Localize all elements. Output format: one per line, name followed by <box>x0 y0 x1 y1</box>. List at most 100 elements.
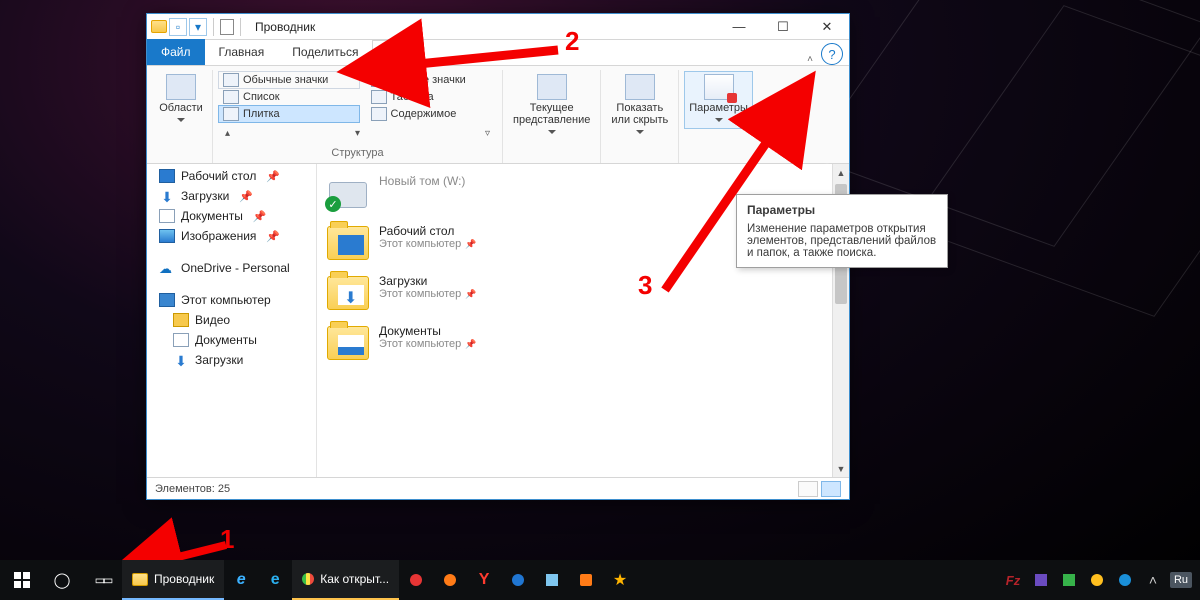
layout-small[interactable]: Мелкие значки <box>367 72 496 88</box>
annotation-3: 3 <box>638 270 652 301</box>
layout-normal[interactable]: Обычные значки <box>219 72 359 88</box>
scroll-up-icon[interactable]: ▲ <box>833 164 849 181</box>
taskbar-app-notes[interactable] <box>535 560 569 600</box>
folder-icon <box>327 326 369 360</box>
layout-table[interactable]: Таблица <box>367 89 496 105</box>
tab-share[interactable]: Поделиться <box>278 39 372 65</box>
taskbar-app-blue[interactable] <box>501 560 535 600</box>
file-drive[interactable]: Новый том (W:) <box>323 168 593 218</box>
app-icon <box>1119 574 1131 586</box>
pin-icon: 📌 <box>266 230 280 243</box>
nav-onedrive[interactable]: OneDrive - Personal <box>157 258 312 278</box>
nav-thispc[interactable]: Этот компьютер <box>157 290 312 310</box>
layout-group-label: Структура <box>219 145 496 161</box>
window-title: Проводник <box>255 20 315 34</box>
ribbon-view: Области Обычные значки Мелкие значки Спи… <box>147 66 849 164</box>
minimize-button[interactable]: — <box>717 14 761 40</box>
qat-down-icon[interactable]: ▾ <box>189 18 207 36</box>
tray-app[interactable] <box>1084 560 1110 600</box>
taskbar-yandex[interactable]: Y <box>467 560 501 600</box>
taskbar-firefox[interactable] <box>433 560 467 600</box>
windows-icon <box>14 572 30 588</box>
ribbon-group-layout: Обычные значки Мелкие значки Список Табл… <box>213 70 503 163</box>
tray-language[interactable]: Ru <box>1168 560 1194 600</box>
options-tooltip: Параметры Изменение параметров открытия … <box>736 194 948 268</box>
firefox-icon <box>444 574 456 586</box>
maximize-button[interactable]: ☐ <box>761 14 805 40</box>
tray-chevron[interactable]: ˄ <box>1140 560 1166 600</box>
view-tiles-button[interactable] <box>821 481 841 497</box>
app-icon <box>1063 574 1075 586</box>
opera-icon <box>410 574 422 586</box>
document-icon <box>220 19 234 35</box>
nav-videos[interactable]: Видео <box>157 310 312 330</box>
expand-icon[interactable]: ▿ <box>485 128 490 139</box>
ribbon-group-panes: Области <box>147 70 213 163</box>
tray-app[interactable] <box>1112 560 1138 600</box>
tab-home[interactable]: Главная <box>205 39 279 65</box>
ribbon-group-currentview: Текущее представление <box>503 70 601 163</box>
taskbar-chrome-tab[interactable]: Как открыт... <box>292 560 399 600</box>
pin-icon: 📌 <box>266 170 280 183</box>
show-hide-button[interactable]: Показать или скрыть <box>607 72 672 140</box>
nav-pane[interactable]: Рабочий стол📌 Загрузки📌 Документы📌 Изобр… <box>147 164 317 477</box>
quick-access-toolbar: ▫ ▾ <box>147 18 249 36</box>
layout-tiles[interactable]: Плитка <box>219 106 359 122</box>
ribbon-group-showhide: Показать или скрыть <box>601 70 679 163</box>
search-button[interactable] <box>42 560 82 600</box>
show-hide-label: Показать или скрыть <box>611 102 668 126</box>
layout-content[interactable]: Содержимое <box>367 106 496 122</box>
system-tray: Fz ˄ Ru <box>1000 560 1198 600</box>
help-button[interactable]: ? <box>821 43 843 65</box>
separator <box>213 18 214 36</box>
nav-downloads-pc[interactable]: Загрузки <box>157 350 312 370</box>
app-icon <box>580 574 592 586</box>
taskbar-app-orange[interactable] <box>569 560 603 600</box>
titlebar: ▫ ▾ Проводник — ☐ ✕ <box>147 14 849 40</box>
layout-list[interactable]: Список <box>219 89 359 105</box>
app-icon <box>1091 574 1103 586</box>
file-desktop[interactable]: Рабочий столЭтот компьютер <box>323 218 593 268</box>
scroll-down-icon[interactable]: ▼ <box>833 460 849 477</box>
view-details-button[interactable] <box>798 481 818 497</box>
tray-app[interactable] <box>1028 560 1054 600</box>
tooltip-body: Изменение параметров открытия элементов,… <box>747 223 937 259</box>
app-icon <box>546 574 558 586</box>
nav-documents[interactable]: Документы📌 <box>157 206 312 226</box>
tab-view[interactable]: Вид <box>372 40 424 66</box>
taskbar-opera[interactable] <box>399 560 433 600</box>
scroll-up-icon[interactable]: ▴ <box>225 128 230 139</box>
window-controls: — ☐ ✕ <box>717 14 849 40</box>
onedrive-icon <box>159 261 175 275</box>
tray-filezilla[interactable]: Fz <box>1000 560 1026 600</box>
folder-icon <box>151 20 167 33</box>
scroll-down-icon[interactable]: ▾ <box>355 128 360 139</box>
close-button[interactable]: ✕ <box>805 14 849 40</box>
taskbar-explorer[interactable]: Проводник <box>122 560 224 600</box>
options-label: Параметры <box>689 102 748 114</box>
tab-file[interactable]: Файл <box>147 39 205 65</box>
panes-icon <box>166 74 196 100</box>
nav-documents-pc[interactable]: Документы <box>157 330 312 350</box>
pin-icon: 📌 <box>239 190 253 203</box>
videos-icon <box>173 313 189 327</box>
current-view-button[interactable]: Текущее представление <box>509 72 594 140</box>
options-button[interactable]: Параметры <box>685 72 752 128</box>
options-icon <box>704 74 734 100</box>
tray-app[interactable] <box>1056 560 1082 600</box>
nav-desktop[interactable]: Рабочий стол📌 <box>157 166 312 186</box>
current-view-icon <box>537 74 567 100</box>
collapse-ribbon-icon[interactable]: ˄ <box>807 54 813 65</box>
panes-button[interactable]: Области <box>153 72 209 128</box>
file-downloads[interactable]: ⬇ ЗагрузкиЭтот компьютер <box>323 268 593 318</box>
file-documents[interactable]: ДокументыЭтот компьютер <box>323 318 593 368</box>
nav-downloads[interactable]: Загрузки📌 <box>157 186 312 206</box>
taskbar-app-star[interactable]: ★ <box>603 560 637 600</box>
qat-button[interactable]: ▫ <box>169 18 187 36</box>
taskview-button[interactable] <box>82 560 122 600</box>
taskbar-ie[interactable]: e <box>224 560 258 600</box>
taskbar: Проводник e e Как открыт... Y ★ Fz ˄ Ru <box>0 560 1200 600</box>
start-button[interactable] <box>2 560 42 600</box>
nav-pictures[interactable]: Изображения📌 <box>157 226 312 246</box>
taskbar-edge[interactable]: e <box>258 560 292 600</box>
